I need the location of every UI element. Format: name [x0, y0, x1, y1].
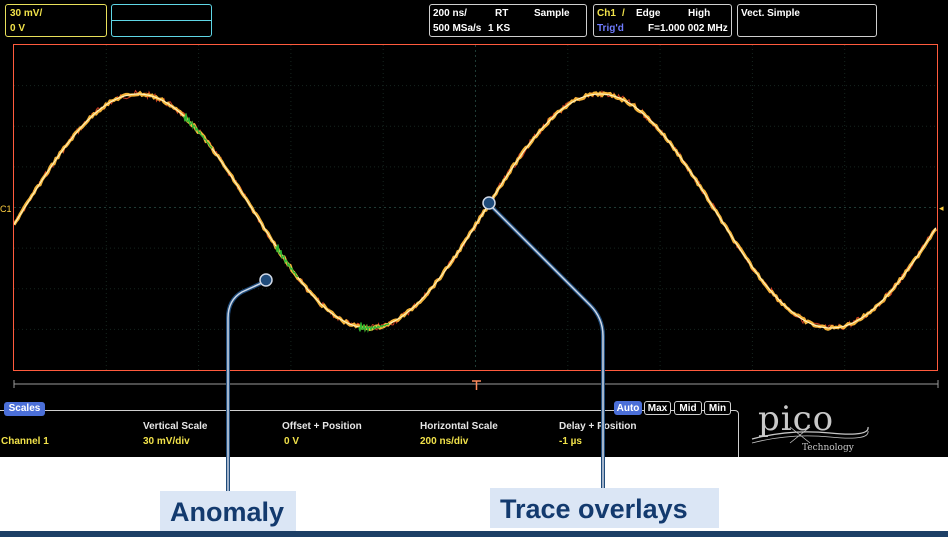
- trace-overlays-callout-label: Trace overlays: [490, 488, 719, 528]
- trace-overlay-callout-pointer: [482, 196, 605, 490]
- bottom-strip: [0, 531, 948, 537]
- anomaly-callout-label: Anomaly: [160, 491, 296, 531]
- anomaly-callout-pointer: [226, 273, 273, 492]
- callout-lines: [226, 196, 605, 492]
